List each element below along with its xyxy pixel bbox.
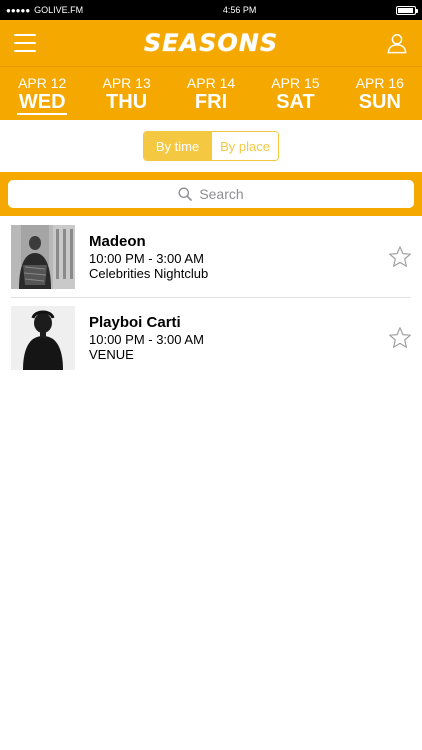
date-tabs: APR 12 WED APR 13 THU APR 14 FRI APR 15 … — [0, 66, 422, 120]
date-tab-day: SUN — [358, 90, 401, 113]
date-tab-day: THU — [106, 90, 148, 113]
date-tab-day: WED — [18, 90, 66, 113]
event-details: Playboi Carti 10:00 PM - 3:00 AM VENUE — [89, 314, 388, 362]
battery-icon — [396, 5, 418, 15]
search-bar: Search — [0, 172, 422, 216]
date-tab-date: APR 16 — [355, 74, 404, 91]
event-list: Madeon 10:00 PM - 3:00 AM Celebrities Ni… — [0, 216, 422, 378]
by-place-button[interactable]: By place — [211, 132, 278, 160]
search-input[interactable]: Search — [8, 180, 414, 208]
event-venue: VENUE — [89, 346, 134, 362]
date-tab-apr-15[interactable]: APR 15 SAT — [253, 67, 337, 120]
favorite-star-icon[interactable] — [388, 245, 412, 269]
event-name: Madeon — [89, 232, 146, 250]
date-tab-apr-13[interactable]: APR 13 THU — [84, 67, 168, 120]
date-tab-date: APR 14 — [186, 74, 236, 91]
app-logo: SEASONS — [143, 29, 279, 57]
event-thumbnail — [11, 305, 75, 370]
event-details: Madeon 10:00 PM - 3:00 AM Celebrities Ni… — [89, 233, 388, 281]
event-venue: Celebrities Nightclub — [89, 265, 209, 281]
status-time: 4:56 PM — [222, 5, 257, 15]
date-tab-apr-12[interactable]: APR 12 WED — [0, 67, 84, 120]
date-tab-date: APR 12 — [18, 74, 67, 91]
event-name: Playboi Carti — [89, 313, 181, 331]
event-list-item[interactable]: Madeon 10:00 PM - 3:00 AM Celebrities Ni… — [0, 216, 422, 297]
view-toggle: By time By place — [143, 131, 279, 161]
hamburger-menu-icon[interactable] — [14, 34, 36, 52]
date-tab-day: SAT — [276, 90, 315, 113]
date-tab-day: FRI — [194, 90, 228, 113]
battery-level — [398, 7, 414, 13]
event-list-item[interactable]: Playboi Carti 10:00 PM - 3:00 AM VENUE — [0, 297, 422, 378]
carrier-name: GOLIVE.FM — [34, 5, 84, 15]
date-tab-date: APR 15 — [271, 74, 320, 91]
signal-strength-icon: ●●●●● — [6, 5, 31, 15]
view-toggle-bar: By time By place — [0, 120, 422, 172]
app-header: SEASONS — [0, 20, 422, 66]
user-profile-icon[interactable] — [386, 32, 408, 54]
event-thumbnail — [11, 224, 75, 289]
search-placeholder: Search — [199, 186, 244, 202]
by-time-button[interactable]: By time — [144, 132, 211, 160]
event-time: 10:00 PM - 3:00 AM — [89, 250, 204, 266]
status-left: ●●●●● GOLIVE.FM — [6, 5, 83, 15]
event-time: 10:00 PM - 3:00 AM — [89, 331, 204, 347]
date-tab-date: APR 13 — [102, 74, 151, 91]
date-tab-apr-14[interactable]: APR 14 FRI — [169, 67, 253, 120]
search-icon — [178, 187, 193, 201]
date-tab-apr-16[interactable]: APR 16 SUN — [338, 67, 422, 120]
status-bar: ●●●●● GOLIVE.FM 4:56 PM — [0, 0, 422, 20]
favorite-star-icon[interactable] — [388, 326, 412, 350]
